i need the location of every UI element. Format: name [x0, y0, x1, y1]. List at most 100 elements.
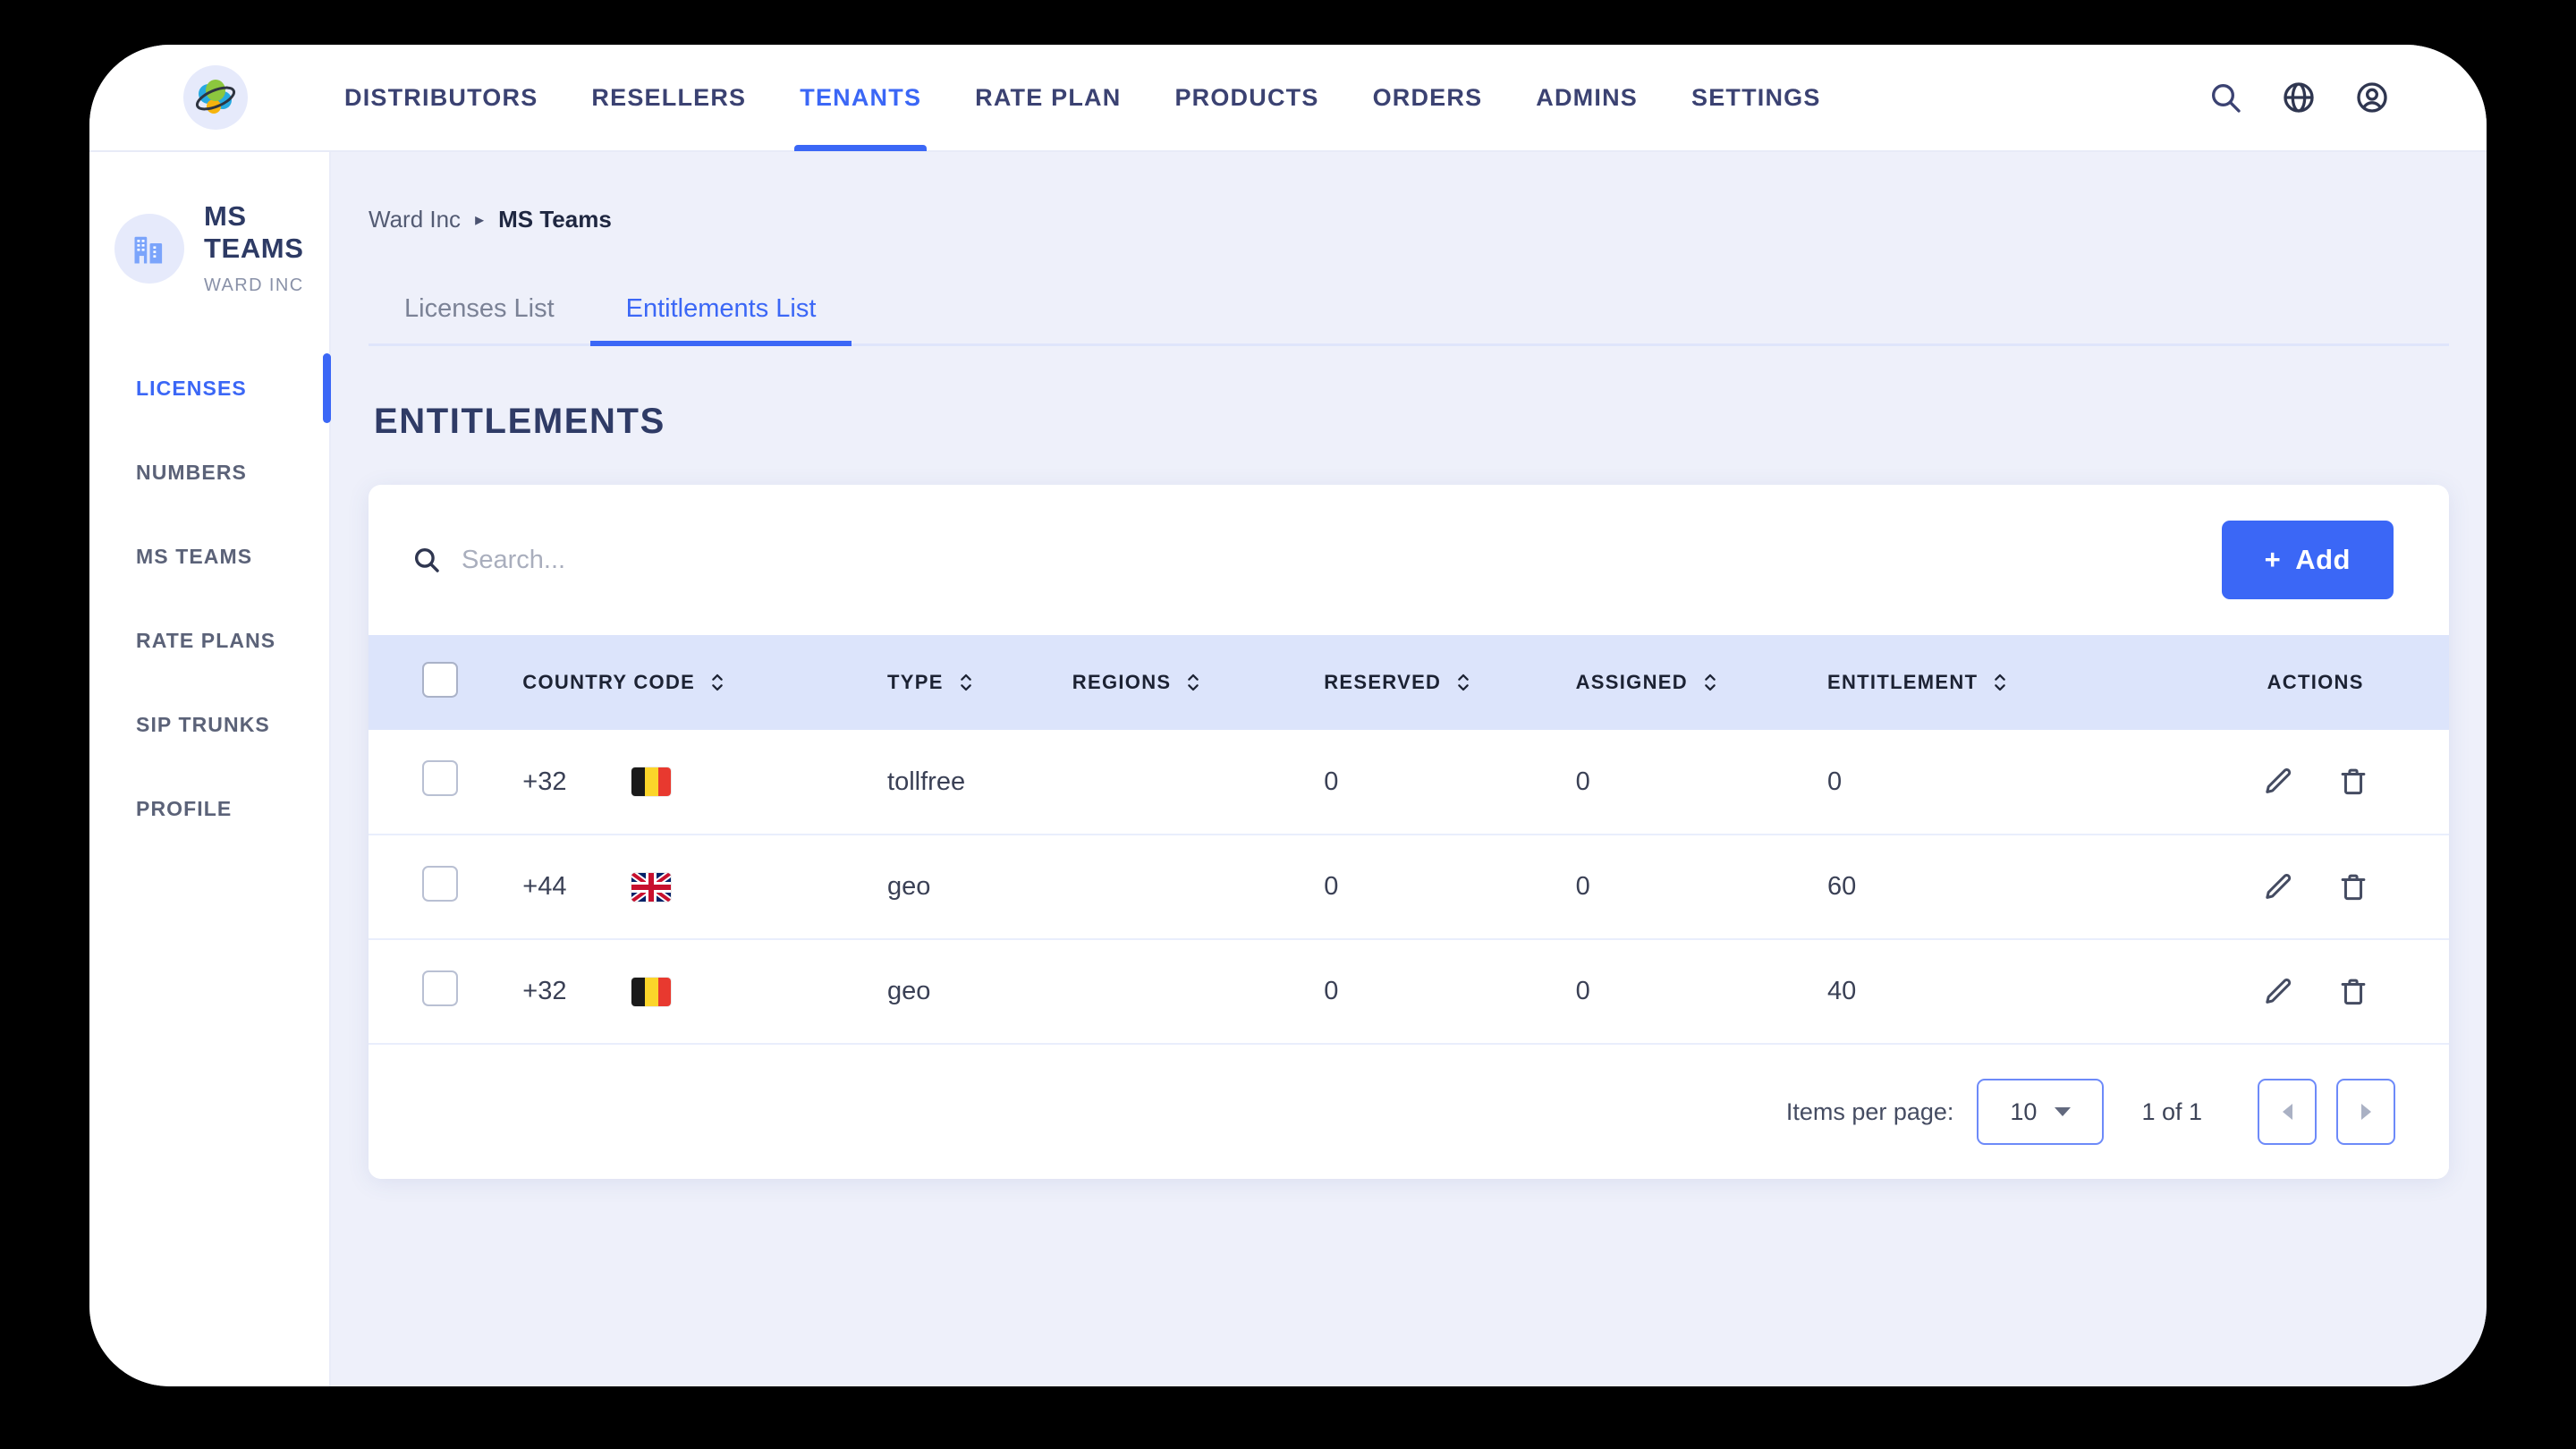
- cell-assigned: 0: [1576, 939, 1827, 1044]
- column-label: RESERVED: [1324, 671, 1441, 694]
- sort-reserved[interactable]: RESERVED: [1324, 671, 1575, 694]
- orbit-logo-icon[interactable]: [183, 65, 248, 130]
- top-navigation-bar: DISTRIBUTORS RESELLERS TENANTS RATE PLAN…: [89, 45, 2487, 152]
- nav-item-resellers[interactable]: RESELLERS: [564, 45, 773, 151]
- table-row[interactable]: +44 geo 0 0: [369, 835, 2449, 939]
- account-icon[interactable]: [2354, 80, 2390, 115]
- nav-label: RESELLERS: [591, 84, 746, 112]
- row-checkbox[interactable]: [422, 760, 458, 796]
- search-input[interactable]: [462, 546, 1088, 575]
- items-per-page-value: 10: [2010, 1098, 2037, 1126]
- tab-label: Entitlements List: [626, 294, 817, 323]
- column-select-all: [369, 635, 522, 730]
- row-checkbox[interactable]: [422, 866, 458, 902]
- tab-bar: Licenses List Entitlements List: [369, 276, 2449, 346]
- sidebar-item-label: LICENSES: [136, 377, 247, 401]
- delete-trash-icon[interactable]: [2336, 765, 2370, 799]
- row-checkbox[interactable]: [422, 970, 458, 1006]
- sidebar-item-profile[interactable]: PROFILE: [89, 767, 329, 851]
- sidebar-item-rate-plans[interactable]: RATE PLANS: [89, 598, 329, 682]
- cell-country-code: +32: [522, 939, 887, 1044]
- chevron-left-icon: [2283, 1104, 2292, 1120]
- table-row[interactable]: +32 tollfree 0 0 0: [369, 730, 2449, 835]
- building-icon: [114, 214, 184, 284]
- sort-entitlement[interactable]: ENTITLEMENT: [1827, 671, 2182, 694]
- previous-page-button[interactable]: [2258, 1079, 2317, 1145]
- cell-assigned: 0: [1576, 835, 1827, 939]
- breadcrumb: Ward Inc ▸ MS Teams: [331, 152, 2487, 233]
- sort-assigned[interactable]: ASSIGNED: [1576, 671, 1827, 694]
- app-window: DISTRIBUTORS RESELLERS TENANTS RATE PLAN…: [89, 45, 2487, 1386]
- breadcrumb-root[interactable]: Ward Inc: [369, 206, 461, 233]
- nav-item-rate-plan[interactable]: RATE PLAN: [948, 45, 1148, 151]
- nav-label: ORDERS: [1373, 84, 1483, 112]
- plus-icon: +: [2265, 544, 2282, 576]
- search-icon: [411, 545, 442, 575]
- sort-chevron-icon: [1702, 672, 1718, 693]
- sort-chevron-icon: [709, 672, 725, 693]
- nav-item-products[interactable]: PRODUCTS: [1148, 45, 1345, 151]
- sort-regions[interactable]: REGIONS: [1072, 671, 1324, 694]
- row-select-cell: [369, 730, 522, 835]
- edit-pencil-icon[interactable]: [2261, 975, 2295, 1009]
- nav-item-orders[interactable]: ORDERS: [1346, 45, 1510, 151]
- add-button[interactable]: + Add: [2222, 521, 2394, 599]
- sort-country-code[interactable]: COUNTRY CODE: [522, 671, 887, 694]
- column-entitlement: ENTITLEMENT: [1827, 635, 2182, 730]
- sidebar-item-sip-trunks[interactable]: SIP TRUNKS: [89, 682, 329, 767]
- cell-regions: [1072, 835, 1324, 939]
- cell-type: tollfree: [887, 730, 1072, 835]
- tenant-org: WARD INC: [204, 275, 329, 296]
- column-actions: ACTIONS: [2182, 635, 2449, 730]
- nav-item-settings[interactable]: SETTINGS: [1665, 45, 1848, 151]
- tab-entitlements-list[interactable]: Entitlements List: [590, 294, 852, 343]
- tab-licenses-list[interactable]: Licenses List: [369, 294, 590, 343]
- sort-chevron-icon: [1455, 672, 1471, 693]
- cell-reserved: 0: [1324, 939, 1575, 1044]
- select-all-checkbox[interactable]: [422, 662, 458, 698]
- globe-icon[interactable]: [2281, 80, 2317, 115]
- delete-trash-icon[interactable]: [2336, 975, 2370, 1009]
- delete-trash-icon[interactable]: [2336, 870, 2370, 904]
- cell-regions: [1072, 730, 1324, 835]
- cell-actions: [2182, 730, 2449, 835]
- chevron-right-icon: [2361, 1104, 2371, 1120]
- items-per-page-label: Items per page:: [1786, 1098, 1954, 1126]
- sort-chevron-icon: [958, 672, 974, 693]
- nav-item-admins[interactable]: ADMINS: [1509, 45, 1665, 151]
- next-page-button[interactable]: [2336, 1079, 2395, 1145]
- nav-item-tenants[interactable]: TENANTS: [773, 45, 948, 151]
- column-label: ACTIONS: [2267, 671, 2364, 694]
- chevron-down-icon: [2055, 1107, 2071, 1116]
- search-icon[interactable]: [2207, 80, 2243, 115]
- row-select-cell: [369, 835, 522, 939]
- nav-label: PRODUCTS: [1174, 84, 1318, 112]
- sort-type[interactable]: TYPE: [887, 671, 1072, 694]
- nav-label: SETTINGS: [1691, 84, 1821, 112]
- column-country-code: COUNTRY CODE: [522, 635, 887, 730]
- sidebar-item-licenses[interactable]: LICENSES: [89, 346, 329, 430]
- sidebar-item-label: SIP TRUNKS: [136, 713, 270, 737]
- cell-assigned: 0: [1576, 730, 1827, 835]
- tab-label: Licenses List: [404, 294, 555, 323]
- entitlements-card: + Add COUNTRY CODE: [369, 485, 2449, 1179]
- edit-pencil-icon[interactable]: [2261, 870, 2295, 904]
- nav-item-distributors[interactable]: DISTRIBUTORS: [318, 45, 564, 151]
- sidebar-item-ms-teams[interactable]: MS TEAMS: [89, 514, 329, 598]
- sidebar: MS TEAMS WARD INC LICENSES NUMBERS MS TE…: [89, 152, 331, 1386]
- cell-regions: [1072, 939, 1324, 1044]
- cell-entitlement: 0: [1827, 730, 2182, 835]
- sidebar-tenant-header: MS TEAMS WARD INC: [89, 152, 329, 296]
- sort-chevron-icon: [1992, 672, 2008, 693]
- table-row[interactable]: +32 geo 0 0 40: [369, 939, 2449, 1044]
- cell-type: geo: [887, 939, 1072, 1044]
- sidebar-item-numbers[interactable]: NUMBERS: [89, 430, 329, 514]
- page-title: ENTITLEMENTS: [374, 402, 2487, 442]
- nav-label: TENANTS: [800, 84, 921, 112]
- items-per-page-select[interactable]: 10: [1977, 1079, 2104, 1145]
- entitlements-table: COUNTRY CODE TYPE: [369, 635, 2449, 1045]
- column-label: REGIONS: [1072, 671, 1172, 694]
- main-content: Ward Inc ▸ MS Teams Licenses List Entitl…: [331, 152, 2487, 1386]
- edit-pencil-icon[interactable]: [2261, 765, 2295, 799]
- nav-icon-group: [2207, 80, 2390, 115]
